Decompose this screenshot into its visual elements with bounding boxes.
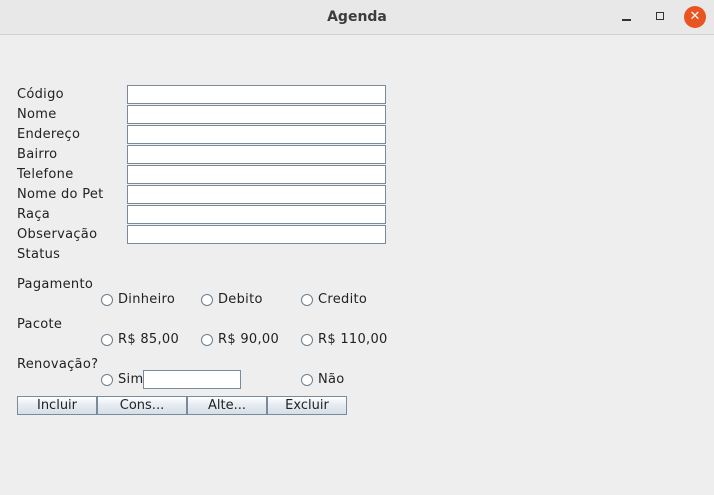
incluir-button[interactable]: Incluir — [17, 396, 97, 415]
close-icon[interactable]: ✕ — [684, 6, 706, 28]
label-renovacao: Renovação? — [17, 357, 99, 372]
label-bairro: Bairro — [17, 147, 58, 162]
radio-nao[interactable] — [301, 374, 313, 386]
label-status: Status — [17, 247, 61, 262]
label-observacao: Observação — [17, 227, 98, 242]
raca-input[interactable] — [127, 205, 386, 224]
option-nao-label: Não — [318, 372, 345, 387]
radio-credito[interactable] — [301, 294, 313, 306]
minimize-icon[interactable] — [616, 6, 638, 28]
bairro-input[interactable] — [127, 145, 386, 164]
title-bar: Agenda ✕ — [0, 0, 714, 35]
label-endereco: Endereço — [17, 127, 81, 142]
label-codigo: Código — [17, 87, 64, 102]
endereco-input[interactable] — [127, 125, 386, 144]
label-pagamento: Pagamento — [17, 277, 94, 292]
radio-pacote-90[interactable] — [201, 334, 213, 346]
radio-pacote-110[interactable] — [301, 334, 313, 346]
radio-pacote-85[interactable] — [101, 334, 113, 346]
label-nome: Nome — [17, 107, 57, 122]
renovacao-sim-input[interactable] — [143, 370, 241, 389]
option-dinheiro-label: Dinheiro — [118, 292, 176, 307]
option-pacote-90-label: R$ 90,00 — [218, 332, 280, 347]
observacao-input[interactable] — [127, 225, 386, 244]
codigo-input[interactable] — [127, 85, 386, 104]
nome-do-pet-input[interactable] — [127, 185, 386, 204]
option-sim-label: Sim — [118, 372, 144, 387]
option-pacote-85-label: R$ 85,00 — [118, 332, 180, 347]
excluir-button[interactable]: Excluir — [267, 396, 347, 415]
alterar-button[interactable]: Alte... — [187, 396, 267, 415]
option-credito-label: Credito — [318, 292, 368, 307]
window-title: Agenda — [327, 9, 387, 25]
label-pacote: Pacote — [17, 317, 63, 332]
app-window: Agenda ✕ Código Nome Endereço Bairro Tel… — [0, 0, 714, 495]
label-raca: Raça — [17, 207, 51, 222]
consultar-button[interactable]: Cons... — [97, 396, 187, 415]
option-pacote-110-label: R$ 110,00 — [318, 332, 388, 347]
maximize-icon[interactable] — [650, 6, 672, 28]
radio-sim[interactable] — [101, 374, 113, 386]
telefone-input[interactable] — [127, 165, 386, 184]
option-debito-label: Debito — [218, 292, 263, 307]
nome-input[interactable] — [127, 105, 386, 124]
radio-dinheiro[interactable] — [101, 294, 113, 306]
label-nome-do-pet: Nome do Pet — [17, 187, 104, 202]
radio-debito[interactable] — [201, 294, 213, 306]
label-telefone: Telefone — [17, 167, 74, 182]
